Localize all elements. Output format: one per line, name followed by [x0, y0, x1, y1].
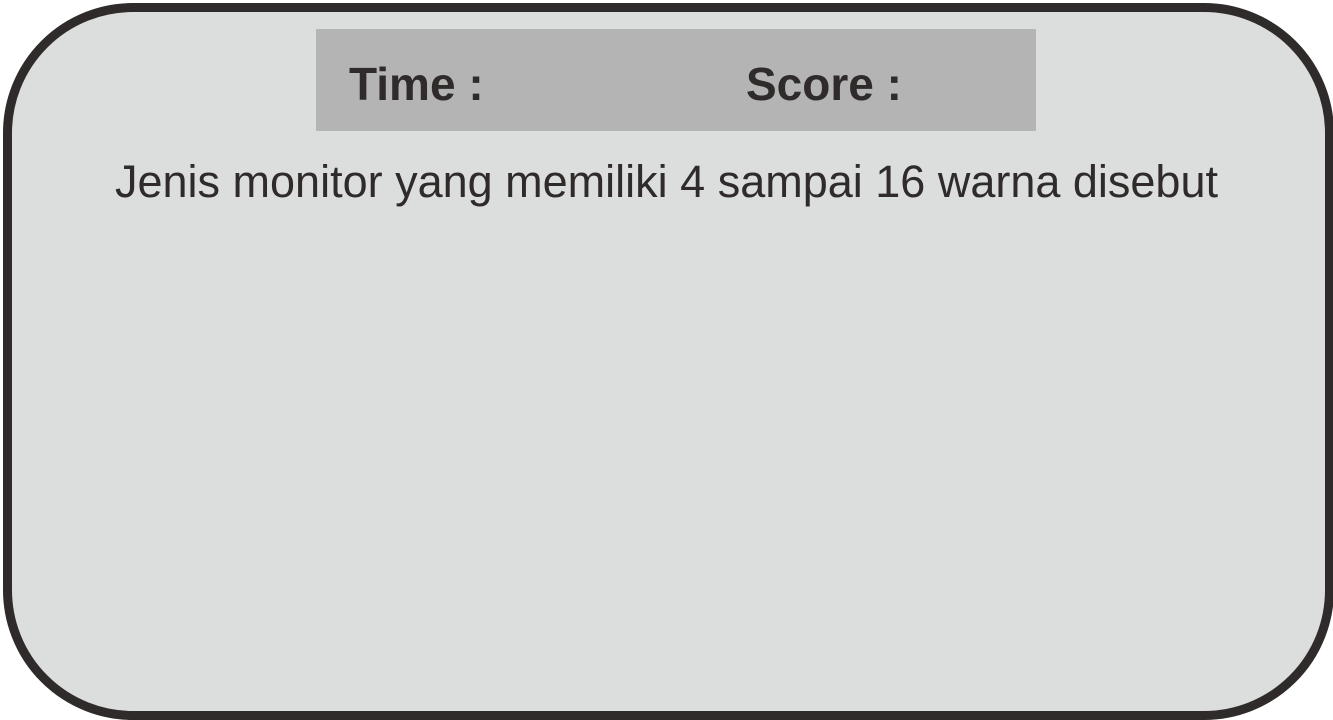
time-label: Time : — [349, 58, 484, 110]
score-label: Score : — [746, 58, 902, 110]
hud-bar: Time : Score : — [316, 29, 1036, 131]
question-text: Jenis monitor yang memiliki 4 sampai 16 … — [114, 156, 1218, 207]
